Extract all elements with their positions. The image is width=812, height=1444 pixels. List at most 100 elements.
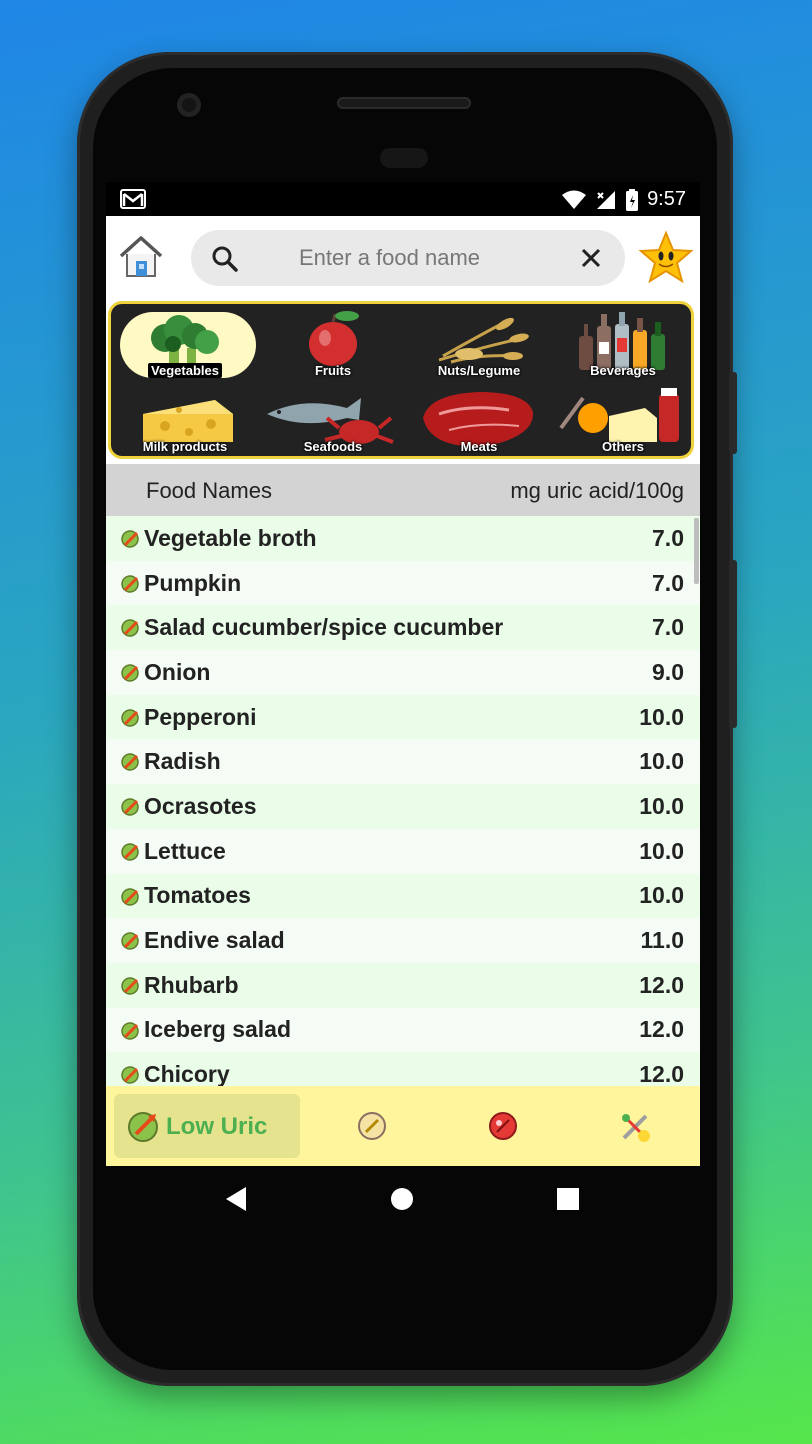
table-header: Food Names mg uric acid/100g bbox=[106, 464, 700, 516]
category-milk-products[interactable]: Milk products bbox=[115, 384, 255, 456]
uric-acid-value: 11.0 bbox=[640, 927, 685, 954]
search-icon[interactable] bbox=[211, 245, 239, 273]
uric-acid-value: 10.0 bbox=[639, 837, 684, 864]
uric-acid-value: 12.0 bbox=[639, 1016, 684, 1043]
tools-icon bbox=[622, 1114, 650, 1142]
column-header-food-names[interactable]: Food Names bbox=[146, 478, 272, 504]
category-fruits[interactable]: Fruits bbox=[263, 308, 403, 380]
medium-uric-tab-icon bbox=[358, 1112, 386, 1140]
list-item[interactable]: Tomatoes 10.0 bbox=[106, 873, 700, 919]
tab-medium-uric[interactable] bbox=[356, 1110, 388, 1142]
category-vegetables[interactable]: Vegetables bbox=[115, 308, 256, 380]
list-item[interactable]: Endive salad 11.0 bbox=[106, 918, 700, 963]
scrollbar[interactable] bbox=[694, 518, 699, 584]
cell-signal-icon bbox=[597, 190, 616, 209]
list-item[interactable]: Pepperoni 10.0 bbox=[106, 694, 700, 740]
status-time: 9:57 bbox=[647, 188, 686, 210]
uric-acid-value: 10.0 bbox=[639, 882, 684, 909]
food-name: Radish bbox=[144, 748, 221, 775]
uric-acid-value: 10.0 bbox=[639, 792, 684, 819]
gmail-notification-icon bbox=[120, 189, 146, 214]
food-name: Pumpkin bbox=[144, 569, 242, 596]
category-nuts-legume[interactable]: Nuts/Legume bbox=[409, 308, 549, 380]
food-name: Iceberg salad bbox=[144, 1016, 292, 1043]
recents-icon[interactable] bbox=[557, 1188, 579, 1210]
low-uric-leaf-icon bbox=[121, 977, 139, 995]
close-icon[interactable] bbox=[579, 246, 603, 270]
uric-acid-value: 7.0 bbox=[652, 614, 684, 641]
top-bar: Enter a food name bbox=[106, 216, 700, 302]
uric-acid-value: 7.0 bbox=[652, 569, 684, 596]
tab-label: Low Uric bbox=[166, 1113, 268, 1140]
category-label: Milk products bbox=[142, 439, 228, 454]
category-label: Beverages bbox=[590, 363, 656, 378]
list-item[interactable]: Rhubarb 12.0 bbox=[106, 962, 700, 1008]
low-uric-leaf-icon bbox=[121, 664, 139, 682]
low-uric-leaf-icon bbox=[121, 530, 139, 548]
home-icon[interactable] bbox=[118, 234, 164, 280]
tab-settings[interactable] bbox=[618, 1110, 650, 1142]
uric-acid-value: 12.0 bbox=[639, 1061, 684, 1086]
category-label: Meats bbox=[460, 439, 498, 454]
front-camera bbox=[177, 93, 201, 117]
category-beverages[interactable]: Beverages bbox=[553, 308, 693, 380]
food-name: Salad cucumber/spice cucumber bbox=[144, 614, 504, 641]
category-others[interactable]: Others bbox=[553, 384, 693, 456]
food-name: Rhubarb bbox=[144, 971, 239, 998]
wifi-icon bbox=[562, 190, 587, 209]
food-name: Chicory bbox=[144, 1061, 230, 1086]
earpiece-speaker bbox=[337, 97, 471, 109]
list-item[interactable]: Ocrasotes 10.0 bbox=[106, 784, 700, 829]
category-meats[interactable]: Meats bbox=[409, 384, 549, 456]
low-uric-leaf-icon bbox=[121, 574, 139, 593]
low-uric-leaf-icon bbox=[121, 843, 139, 861]
food-name: Onion bbox=[144, 658, 211, 685]
category-label: Nuts/Legume bbox=[437, 363, 521, 378]
list-item[interactable]: Iceberg salad 12.0 bbox=[106, 1007, 700, 1053]
food-name: Pepperoni bbox=[144, 703, 257, 730]
list-item[interactable]: Salad cucumber/spice cucumber 7.0 bbox=[106, 605, 700, 651]
low-uric-leaf-icon bbox=[121, 619, 139, 638]
list-item[interactable]: Chicory 12.0 bbox=[106, 1052, 700, 1086]
search-bar[interactable]: Enter a food name bbox=[191, 230, 625, 286]
tab-low-uric[interactable]: Low Uric bbox=[114, 1094, 300, 1158]
low-uric-leaf-icon bbox=[121, 709, 139, 727]
back-icon[interactable] bbox=[224, 1186, 248, 1212]
system-nav-bar bbox=[106, 1166, 700, 1234]
volume-button bbox=[729, 560, 737, 728]
uric-acid-value: 10.0 bbox=[639, 748, 684, 775]
food-list[interactable]: Vegetable broth 7.0 Pumpkin 7.0 Salad cucumb… bbox=[106, 516, 700, 1086]
food-name: Ocrasotes bbox=[144, 792, 257, 819]
list-item[interactable]: Radish 10.0 bbox=[106, 739, 700, 785]
food-name: Tomatoes bbox=[144, 882, 251, 909]
list-item[interactable]: Pumpkin 7.0 bbox=[106, 560, 700, 606]
app-screen: 9:57 Enter a food name Vegetables Fruits… bbox=[106, 182, 700, 1166]
uric-acid-value: 12.0 bbox=[639, 971, 684, 998]
low-uric-leaf-icon bbox=[121, 1021, 139, 1040]
low-uric-leaf-icon bbox=[121, 887, 139, 906]
category-label: Vegetables bbox=[148, 363, 222, 378]
home-circle-icon[interactable] bbox=[390, 1187, 414, 1211]
low-uric-leaf-icon bbox=[121, 1066, 139, 1084]
tab-high-uric[interactable] bbox=[487, 1110, 519, 1142]
category-label: Others bbox=[602, 439, 644, 454]
low-uric-leaf-icon bbox=[121, 932, 139, 950]
power-button bbox=[729, 372, 737, 454]
column-header-uric-acid[interactable]: mg uric acid/100g bbox=[510, 478, 684, 504]
search-input[interactable]: Enter a food name bbox=[299, 245, 480, 271]
low-uric-tab-icon bbox=[128, 1112, 158, 1142]
list-item[interactable]: Onion 9.0 bbox=[106, 650, 700, 695]
food-name: Endive salad bbox=[144, 927, 285, 954]
status-bar: 9:57 bbox=[106, 182, 700, 216]
star-favorites-icon[interactable] bbox=[638, 230, 694, 286]
low-uric-leaf-icon bbox=[121, 798, 139, 816]
category-label: Fruits bbox=[314, 363, 352, 378]
low-uric-leaf-icon bbox=[121, 753, 139, 772]
list-item[interactable]: Lettuce 10.0 bbox=[106, 828, 700, 874]
proximity-sensor bbox=[380, 148, 428, 168]
category-seafoods[interactable]: Seafoods bbox=[263, 384, 403, 456]
category-label: Seafoods bbox=[303, 439, 363, 454]
battery-icon bbox=[626, 188, 639, 211]
list-item[interactable]: Vegetable broth 7.0 bbox=[106, 516, 700, 561]
uric-acid-value: 9.0 bbox=[652, 658, 684, 685]
